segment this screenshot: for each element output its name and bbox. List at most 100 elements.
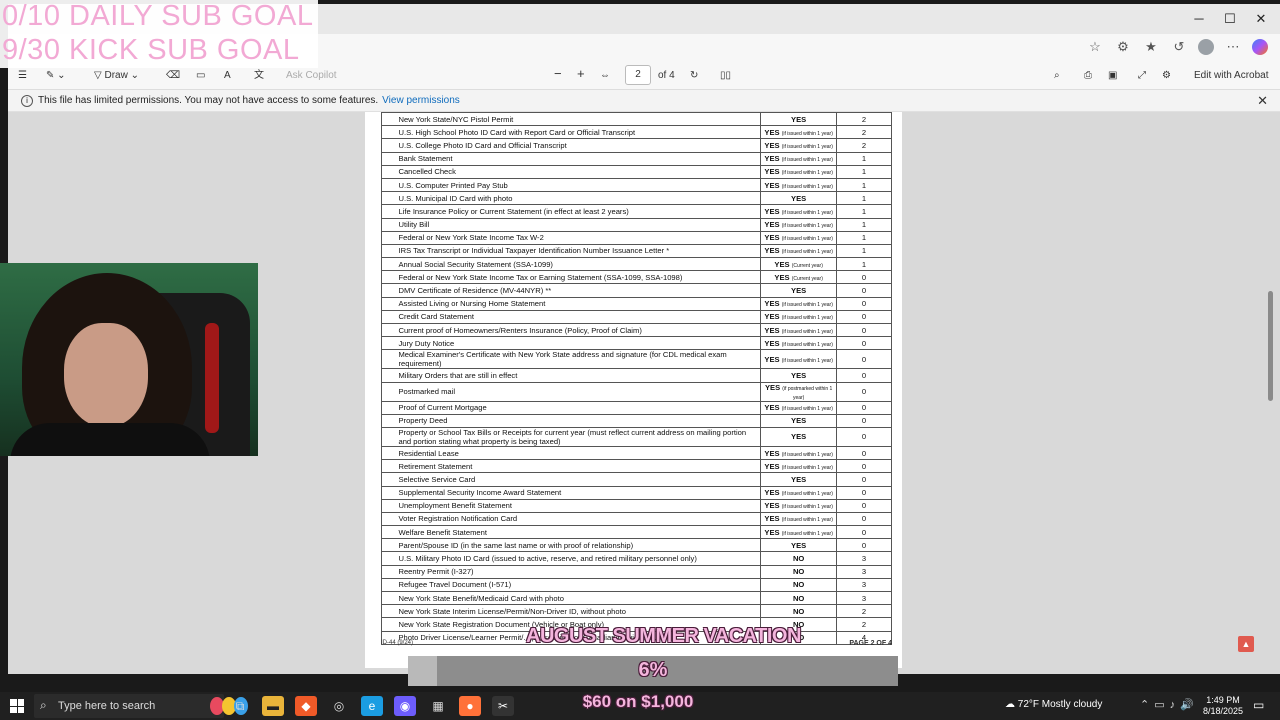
row-spacer <box>381 577 396 593</box>
acceptance-note: (if issued within 1 year) <box>781 249 833 256</box>
acceptance-note: (Current year) <box>791 262 823 269</box>
page-view-icon[interactable]: ▯▯ <box>720 68 731 84</box>
translate-icon[interactable]: 文 <box>254 68 264 84</box>
ask-copilot-button[interactable]: Ask Copilot <box>286 68 337 84</box>
acceptance-value: YES <box>764 140 780 150</box>
favorites-icon[interactable]: ★ <box>1142 38 1160 56</box>
row-spacer <box>381 349 396 370</box>
task-view-icon[interactable]: ⧉ <box>229 696 251 716</box>
acceptance-cell: YES (if postmarked within 1 year) <box>760 381 838 402</box>
points-value: 0 <box>836 283 892 298</box>
acceptance-cell: YES (if issued within 1 year) <box>760 151 838 166</box>
page-number-input[interactable]: 2 <box>625 65 651 85</box>
points-value: 0 <box>836 349 892 370</box>
document-name: Refugee Travel Document (I-571) <box>395 577 762 593</box>
acceptance-note: (if issued within 1 year) <box>781 170 833 177</box>
brave-icon[interactable]: ◆ <box>295 696 317 716</box>
zoom-out-button[interactable]: − <box>554 66 562 82</box>
view-permissions-link[interactable]: View permissions <box>382 95 460 106</box>
acceptance-value: YES <box>791 432 807 442</box>
row-spacer <box>381 164 396 179</box>
settings-icon[interactable]: ⚙ <box>1162 68 1171 84</box>
print-icon[interactable]: ⎙ <box>1084 68 1092 84</box>
steam-icon[interactable]: ◎ <box>328 696 350 716</box>
points-value: 0 <box>836 270 892 285</box>
points-value: 3 <box>836 551 892 566</box>
table-row: Utility Bill YES (if issued within 1 year… <box>381 217 892 232</box>
table-row: Federal or New York State Income Tax W-2… <box>381 230 892 245</box>
row-spacer <box>381 217 396 232</box>
row-spacer <box>381 368 396 383</box>
table-row: Jury Duty Notice YES (if issued within 1 … <box>381 336 892 351</box>
windows-start-icon[interactable] <box>10 699 24 713</box>
contents-icon[interactable]: ☰ <box>18 68 27 84</box>
draw-button[interactable]: ▽ Draw ⌄ <box>94 68 139 84</box>
acceptance-cell: YES (if issued within 1 year) <box>760 485 838 500</box>
copilot-icon[interactable] <box>1252 39 1268 55</box>
acceptance-value: YES <box>764 354 780 364</box>
row-spacer <box>381 322 396 338</box>
minimize-button[interactable]: ─ <box>1184 10 1214 28</box>
weather-widget[interactable]: ☁ 72°F Mostly cloudy <box>1005 699 1102 710</box>
points-value: 0 <box>836 296 892 311</box>
acceptance-cell: YES (if issued within 1 year) <box>760 125 838 140</box>
pdf-page: New York State/NYC Pistol Permit YES 2 U.S.… <box>365 112 902 668</box>
table-row: U.S. Military Photo ID Card (issued to a… <box>381 551 892 566</box>
points-value: 3 <box>836 590 892 606</box>
row-spacer <box>381 177 396 193</box>
table-row: Refugee Travel Document (I-571) NO 3 <box>381 577 892 593</box>
document-name: Annual Social Security Statement (SSA-10… <box>395 257 762 272</box>
infobar-close-icon[interactable]: ✕ <box>1257 93 1268 109</box>
acceptance-note: (if issued within 1 year) <box>781 517 833 524</box>
row-spacer <box>381 604 396 619</box>
edit-with-acrobat-button[interactable]: Edit with Acrobat <box>1194 68 1268 84</box>
profile-avatar[interactable] <box>1198 39 1214 55</box>
acceptance-value: YES <box>764 299 780 309</box>
document-name: Bank Statement <box>395 151 762 166</box>
acrobat-icon[interactable]: ▲ <box>1238 636 1254 652</box>
edge-icon[interactable]: e <box>361 696 383 716</box>
table-row: Bank Statement YES (if issued within 1 ye… <box>381 151 892 166</box>
erase-icon[interactable]: ⌫ <box>166 68 180 84</box>
screen: ─ ☐ ✕ ☆ ⚙ ★ ↺ ⋯ ☰ ✎ ⌄ ▽ Draw ⌄ ⌫ ▭ A 文 A… <box>0 0 1280 720</box>
file-explorer-icon[interactable]: ▬ <box>262 696 284 716</box>
acceptance-note: (if issued within 1 year) <box>781 341 833 348</box>
save-icon[interactable]: ▣ <box>1108 68 1117 84</box>
more-menu-icon[interactable]: ⋯ <box>1224 38 1242 56</box>
rotate-icon[interactable]: ↻ <box>690 68 698 84</box>
zoom-in-button[interactable]: + <box>577 66 585 82</box>
fit-page-icon[interactable]: ⇔ <box>600 68 610 84</box>
acceptance-note: (if issued within 1 year) <box>781 209 833 216</box>
text-icon[interactable]: A <box>224 68 231 84</box>
table-row: Welfare Benefit Statement YES (if issued … <box>381 525 892 540</box>
acceptance-cell: YES (if issued within 1 year) <box>760 204 838 219</box>
pdf-scrollbar[interactable] <box>1268 116 1274 670</box>
acceptance-value: YES <box>764 127 780 137</box>
extensions-icon[interactable]: ⚙ <box>1114 38 1132 56</box>
close-button[interactable]: ✕ <box>1246 10 1276 28</box>
acceptance-value: YES <box>764 403 780 413</box>
form-id: ID-44 (9/24) <box>381 640 414 646</box>
favorite-star-icon[interactable]: ☆ <box>1086 38 1104 56</box>
points-value: 1 <box>836 151 892 166</box>
acceptance-cell: YES <box>760 283 838 298</box>
notification-icon[interactable]: ▭ <box>1253 698 1264 712</box>
history-icon[interactable]: ↺ <box>1170 38 1188 56</box>
system-tray-icons[interactable]: ⌃▭♪🔊 <box>1140 698 1199 711</box>
scrollbar-thumb[interactable] <box>1268 291 1273 401</box>
row-spacer <box>381 381 396 402</box>
acceptance-value: YES <box>791 474 807 484</box>
taskbar-search[interactable]: ⌕ Type here to search <box>34 694 248 718</box>
acceptance-cell: YES <box>760 191 838 206</box>
maximize-button[interactable]: ☐ <box>1215 10 1245 28</box>
acceptance-cell: NO <box>760 577 838 593</box>
acceptance-value: YES <box>791 416 807 426</box>
view-icon[interactable]: ▭ <box>196 68 205 84</box>
highlight-icon[interactable]: ✎ ⌄ <box>46 68 66 84</box>
fullscreen-icon[interactable]: ⤢ <box>1138 68 1146 84</box>
acceptance-note: (if issued within 1 year) <box>781 223 833 230</box>
daily-sub-goal: 0/10 DAILY SUB GOAL <box>2 0 314 32</box>
acceptance-note: (if issued within 1 year) <box>781 357 833 364</box>
search-icon[interactable]: ⌕ <box>1054 68 1060 84</box>
taskbar-clock[interactable]: 1:49 PM 8/18/2025 <box>1200 695 1246 717</box>
